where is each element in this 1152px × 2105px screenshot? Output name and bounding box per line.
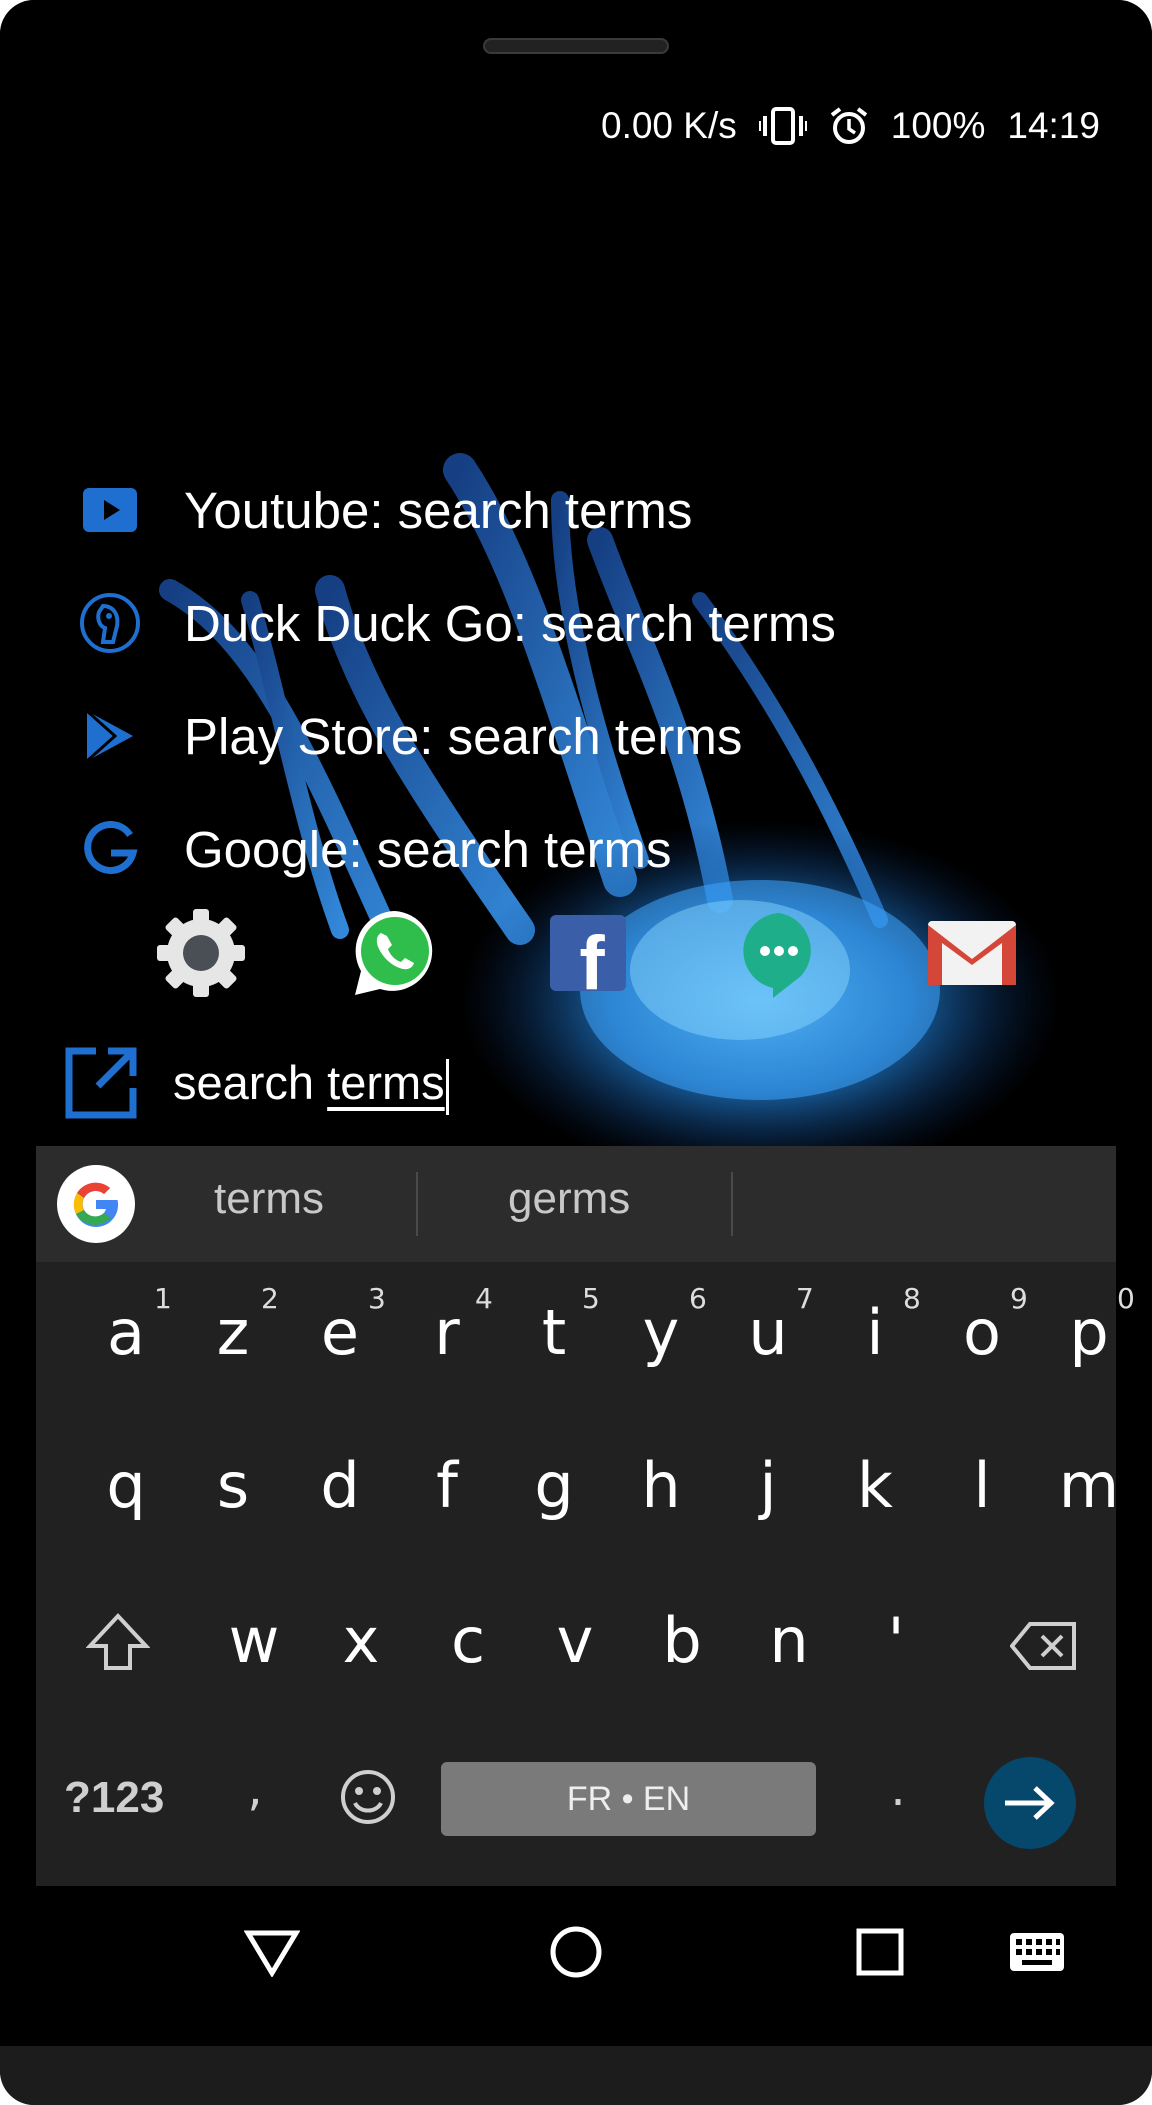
key-n[interactable]: n: [737, 1604, 841, 1677]
keyboard-suggestion-bar: terms germs: [36, 1146, 1116, 1262]
key-hint: 5: [582, 1282, 600, 1315]
comma-key[interactable]: ,: [203, 1761, 307, 1817]
hangouts-app-icon[interactable]: [731, 905, 827, 1001]
emoji-key[interactable]: [316, 1768, 420, 1841]
status-bar: 0.00 K/s 100% 14:19: [601, 104, 1100, 148]
suggestion-word-terms[interactable]: terms: [214, 1174, 324, 1224]
suggestion-divider: [731, 1172, 733, 1236]
suggestion-label: Youtube: search terms: [184, 481, 693, 539]
duckduckgo-icon: [78, 591, 142, 655]
key-apostrophe[interactable]: ': [844, 1604, 948, 1677]
suggestion-google[interactable]: Google: search terms: [78, 809, 1078, 889]
recents-button[interactable]: [848, 1920, 912, 1984]
period-key[interactable]: .: [846, 1761, 950, 1817]
gmail-app-icon[interactable]: [924, 905, 1020, 1001]
enter-key[interactable]: [984, 1757, 1076, 1849]
suggestion-play-store[interactable]: Play Store: search terms: [78, 696, 1078, 776]
whatsapp-app-icon[interactable]: [347, 905, 443, 1001]
key-hint: 1: [154, 1282, 172, 1315]
key-q[interactable]: q: [74, 1449, 178, 1522]
shift-key[interactable]: [66, 1612, 170, 1687]
key-f[interactable]: f: [395, 1449, 499, 1522]
google-g-icon[interactable]: [57, 1165, 135, 1243]
key-g[interactable]: g: [502, 1449, 606, 1522]
suggestion-duckduckgo[interactable]: Duck Duck Go: search terms: [78, 583, 1078, 663]
key-hint: 8: [903, 1282, 921, 1315]
text-cursor: [445, 1058, 449, 1115]
settings-app-icon[interactable]: [153, 905, 249, 1001]
home-button[interactable]: [544, 1920, 608, 1984]
back-button[interactable]: [240, 1920, 304, 1984]
keyboard-switch-icon[interactable]: [1005, 1920, 1069, 1984]
search-field[interactable]: search terms: [64, 1040, 1064, 1130]
clock: 14:19: [1007, 105, 1100, 146]
backspace-key[interactable]: [992, 1614, 1096, 1687]
key-j[interactable]: j: [716, 1449, 820, 1522]
play-store-icon: [78, 704, 142, 768]
google-icon: [78, 817, 142, 881]
key-hint: 0: [1117, 1282, 1135, 1315]
key-hint: 9: [1010, 1282, 1028, 1315]
suggestion-divider: [416, 1172, 418, 1236]
key-b[interactable]: b: [630, 1604, 734, 1677]
key-hint: 3: [368, 1282, 386, 1315]
bottom-bezel: [0, 2046, 1152, 2105]
youtube-icon: [78, 478, 142, 542]
suggestion-label: Google: search terms: [184, 820, 672, 878]
battery-level: 100%: [890, 105, 986, 146]
key-hint: 2: [261, 1282, 279, 1315]
key-c[interactable]: c: [416, 1604, 520, 1677]
facebook-app-icon[interactable]: f: [540, 905, 636, 1006]
search-composing-word: terms: [327, 1056, 445, 1110]
key-hint: 7: [796, 1282, 814, 1315]
network-speed: 0.00 K/s: [601, 105, 737, 146]
key-k[interactable]: k: [823, 1449, 927, 1522]
keyboard: terms germs a1z2e3r4t5y6u7i8o9p0 qsdfghj…: [36, 1146, 1135, 1886]
search-text[interactable]: search terms: [173, 1055, 449, 1115]
key-v[interactable]: v: [523, 1604, 627, 1677]
key-hint: 6: [689, 1282, 707, 1315]
space-key[interactable]: FR • EN: [441, 1762, 816, 1836]
symbols-key[interactable]: ?123: [64, 1773, 164, 1823]
open-external-icon[interactable]: [64, 1046, 138, 1125]
key-hint: 4: [475, 1282, 493, 1315]
key-s[interactable]: s: [181, 1449, 285, 1522]
earpiece-speaker: [483, 38, 669, 54]
key-x[interactable]: x: [309, 1604, 413, 1677]
alarm-icon: [829, 106, 869, 146]
vibrate-icon: [758, 106, 807, 146]
key-w[interactable]: w: [202, 1604, 306, 1677]
key-d[interactable]: d: [288, 1449, 392, 1522]
key-l[interactable]: l: [930, 1449, 1034, 1522]
suggestion-label: Duck Duck Go: search terms: [184, 594, 836, 652]
suggestion-youtube[interactable]: Youtube: search terms: [78, 470, 1078, 550]
screen: 0.00 K/s 100% 14:19 Youtube: search term…: [0, 0, 1152, 2046]
suggestion-word-germs[interactable]: germs: [508, 1174, 630, 1224]
suggestion-label: Play Store: search terms: [184, 707, 743, 765]
search-word: search: [173, 1056, 315, 1110]
phone-frame: 0.00 K/s 100% 14:19 Youtube: search term…: [0, 0, 1152, 2105]
facebook-letter: f: [579, 921, 605, 1001]
key-m[interactable]: m: [1037, 1449, 1141, 1522]
key-h[interactable]: h: [609, 1449, 713, 1522]
